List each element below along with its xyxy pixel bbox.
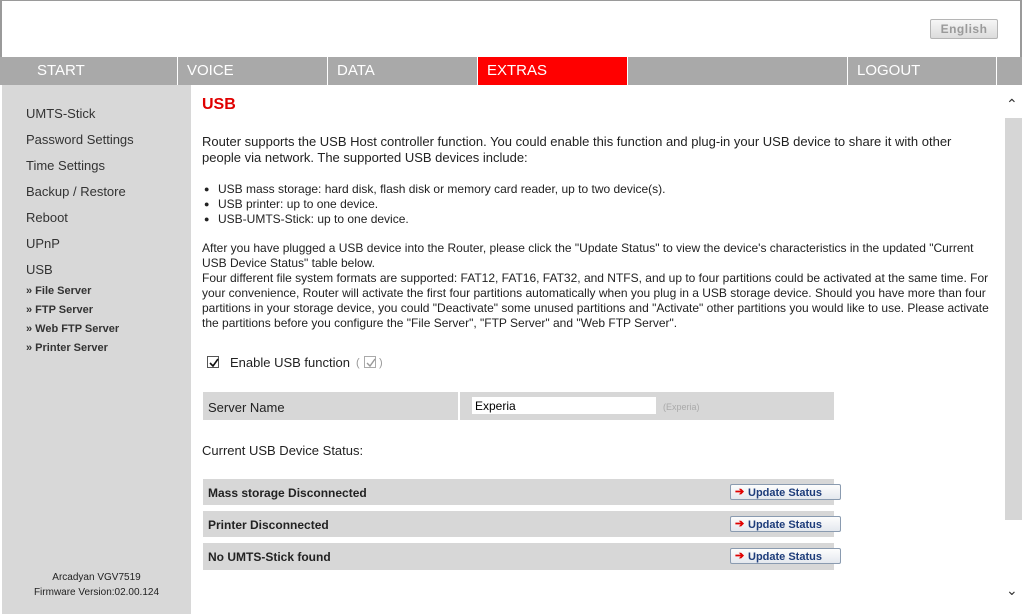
arrow-right-icon: ➔ [735, 486, 745, 498]
firmware-version: Firmware Version:02.00.124 [33, 587, 160, 598]
sidebar-item-backup-restore[interactable]: Backup / Restore [26, 184, 126, 199]
sidebar-subitem-printer-server[interactable]: » Printer Server [26, 342, 108, 354]
sidebar-subitem-ftp-server[interactable]: » FTP Server [26, 304, 93, 316]
update-status-label: Update Status [748, 487, 822, 499]
sidebar: UMTS-Stick Password Settings Time Settin… [2, 85, 191, 614]
status-mass-storage: Mass storage Disconnected [208, 486, 367, 500]
window-frame-left [0, 0, 2, 60]
status-row-umts: No UMTS-Stick found ➔ Update Status [203, 543, 841, 570]
update-status-button-umts[interactable]: ➔ Update Status [730, 548, 841, 564]
language-button[interactable]: English [930, 19, 998, 39]
window-frame-top [0, 0, 1022, 1]
sidebar-item-password-settings[interactable]: Password Settings [26, 132, 134, 147]
scroll-down-arrow-icon[interactable]: ⌄ [1006, 582, 1018, 599]
list-item: USB printer: up to one device. [202, 197, 666, 212]
page-title: USB [202, 96, 236, 113]
usb-device-list: USB mass storage: hard disk, flash disk … [202, 182, 666, 227]
default-paren-close: ) [379, 357, 383, 369]
tab-voice[interactable]: VOICE [178, 57, 328, 85]
sidebar-item-usb[interactable]: USB [26, 262, 53, 277]
enable-usb-label: Enable USB function [230, 355, 350, 370]
tab-start[interactable]: START [28, 57, 178, 85]
enable-usb-checkbox[interactable] [207, 356, 219, 368]
tab-data[interactable]: DATA [328, 57, 478, 85]
default-value-checkbox [364, 356, 376, 368]
arrow-right-icon: ➔ [735, 550, 745, 562]
update-status-button-printer[interactable]: ➔ Update Status [730, 516, 841, 532]
server-name-label: Server Name [208, 400, 285, 415]
status-printer: Printer Disconnected [208, 518, 329, 532]
scrollbar-track[interactable] [1005, 118, 1022, 520]
sidebar-item-reboot[interactable]: Reboot [26, 210, 68, 225]
default-paren-open: ( [356, 357, 360, 369]
sidebar-subitem-file-server[interactable]: » File Server [26, 285, 91, 297]
intro-text: Router supports the USB Host controller … [202, 134, 952, 165]
top-nav: START VOICE DATA EXTRAS LOGOUT [0, 57, 1022, 85]
server-name-row: Server Name (Experia) [203, 392, 834, 420]
tab-logout[interactable]: LOGOUT [848, 57, 997, 85]
server-name-input[interactable] [472, 397, 656, 414]
tab-extras[interactable]: EXTRAS [478, 57, 628, 85]
status-umts-stick: No UMTS-Stick found [208, 550, 331, 564]
arrow-right-icon: ➔ [735, 518, 745, 530]
update-status-label: Update Status [748, 519, 822, 531]
current-usb-status-label: Current USB Device Status: [202, 443, 364, 458]
details-text: After you have plugged a USB device into… [202, 241, 989, 330]
checkmark-icon [209, 358, 219, 368]
status-row-printer: Printer Disconnected ➔ Update Status [203, 511, 841, 537]
checkmark-icon [366, 358, 376, 368]
main-content: USB Router supports the USB Host control… [191, 85, 1003, 614]
list-item: USB-UMTS-Stick: up to one device. [202, 212, 666, 227]
scroll-up-arrow-icon[interactable]: ⌃ [1006, 96, 1018, 113]
sidebar-item-upnp[interactable]: UPnP [26, 236, 60, 251]
sidebar-item-umts-stick[interactable]: UMTS-Stick [26, 106, 95, 121]
server-name-default-hint: (Experia) [663, 402, 700, 412]
update-status-button-mass-storage[interactable]: ➔ Update Status [730, 484, 841, 500]
tab-spacer [628, 57, 848, 85]
update-status-label: Update Status [748, 551, 822, 563]
status-row-mass-storage: Mass storage Disconnected ➔ Update Status [203, 479, 841, 505]
model-name: Arcadyan VGV7519 [52, 572, 141, 583]
sidebar-item-time-settings[interactable]: Time Settings [26, 158, 105, 173]
sidebar-subitem-web-ftp-server[interactable]: » Web FTP Server [26, 323, 119, 335]
list-item: USB mass storage: hard disk, flash disk … [202, 182, 666, 197]
cell-divider [458, 392, 460, 420]
